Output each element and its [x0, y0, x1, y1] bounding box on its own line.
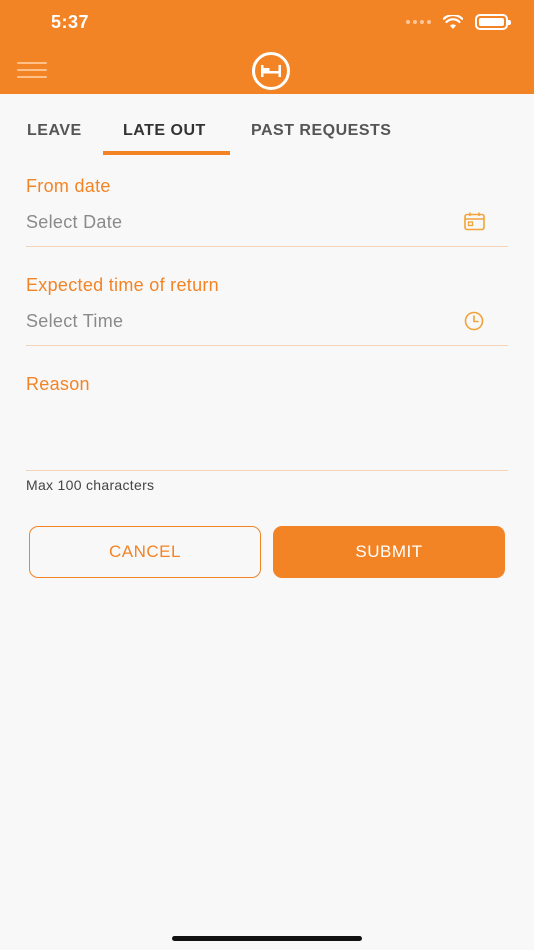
tab-leave[interactable]: LEAVE — [27, 122, 82, 140]
cancel-button[interactable]: CANCEL — [29, 526, 261, 578]
status-icons — [406, 14, 511, 30]
hamburger-icon — [17, 62, 47, 64]
from-date-field[interactable]: Select Date — [26, 212, 122, 233]
home-indicator — [172, 936, 362, 941]
return-time-underline — [26, 345, 508, 346]
calendar-icon[interactable] — [464, 212, 485, 231]
reason-underline — [26, 470, 508, 471]
status-time: 5:37 — [51, 12, 90, 32]
tab-late-out[interactable]: LATE OUT — [123, 122, 206, 140]
reason-label: Reason — [26, 374, 90, 394]
clock-icon[interactable] — [464, 311, 484, 331]
menu-button[interactable] — [17, 62, 47, 78]
return-time-field[interactable]: Select Time — [26, 311, 123, 332]
tab-past-requests[interactable]: PAST REQUESTS — [251, 122, 391, 140]
submit-button[interactable]: SUBMIT — [273, 526, 505, 578]
active-tab-indicator — [103, 151, 230, 155]
from-date-underline — [26, 246, 508, 247]
return-time-label: Expected time of return — [26, 275, 219, 295]
battery-icon — [475, 14, 511, 30]
reason-hint: Max 100 characters — [26, 477, 155, 493]
from-date-label: From date — [26, 176, 111, 196]
wifi-icon — [443, 14, 463, 29]
app-header: 5:37 — [0, 0, 534, 94]
tab-bar: LEAVE LATE OUT PAST REQUESTS — [0, 94, 534, 156]
signal-icon — [406, 20, 431, 24]
bed-icon — [252, 52, 290, 90]
reason-input[interactable] — [26, 408, 508, 466]
